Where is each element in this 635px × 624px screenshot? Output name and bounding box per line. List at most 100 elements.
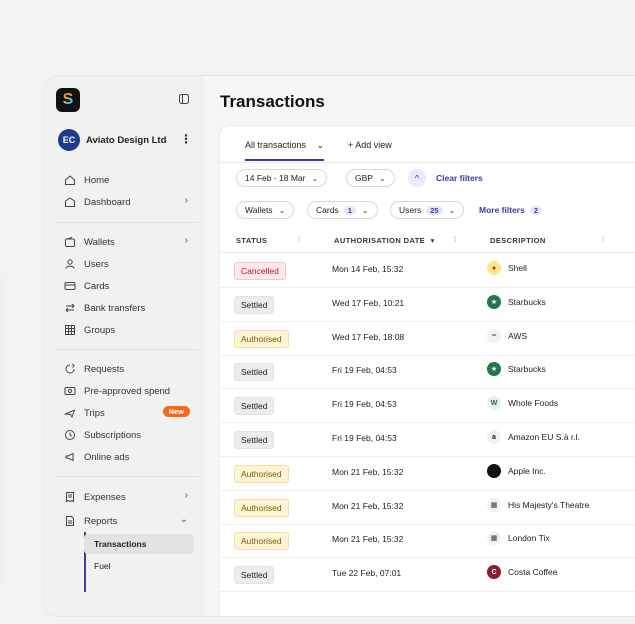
chevron-down-icon: ⌄ <box>448 205 456 215</box>
receipt-icon <box>66 492 74 503</box>
sidebar-item-label: Bank transfers <box>84 302 146 314</box>
app-logo[interactable]: S <box>56 88 80 112</box>
column-header-description[interactable]: DESCRIPTION <box>490 236 546 245</box>
column-header-authorisation-date[interactable]: AUTHORISATION DATE ▾ <box>334 236 435 245</box>
currency-filter[interactable]: GBP ⌄ <box>346 169 395 187</box>
table-row[interactable]: Authorised Mon 21 Feb, 15:32 ▦ London Tix <box>220 523 635 559</box>
cards-count-badge: 1 <box>343 205 356 215</box>
merchant-name: Shell <box>508 263 527 273</box>
users-icon <box>65 259 75 269</box>
sidebar-item-wallets[interactable]: Wallets › <box>64 233 194 251</box>
sidebar-item-reports[interactable]: Reports ⌄ <box>64 512 194 530</box>
merchant-logo-icon <box>487 463 501 478</box>
chevron-right-icon: › <box>184 235 188 246</box>
merchant-name: Starbucks <box>508 364 546 375</box>
authorisation-date: Wed 17 Feb, 10:21 <box>332 297 405 308</box>
logo-letter: S <box>62 91 74 108</box>
sidebar-item-home[interactable]: Home <box>64 171 194 189</box>
description-cell: W Whole Foods <box>487 396 559 411</box>
date-range-label: 14 Feb - 18 Mar <box>245 173 306 183</box>
authorisation-date: Mon 14 Feb, 15:32 <box>332 264 404 274</box>
sidebar-item-expenses[interactable]: Expenses › <box>64 488 194 506</box>
chevron-right-icon: › <box>184 490 188 501</box>
chevron-down-icon: ⌄ <box>378 173 386 183</box>
table-row[interactable]: Authorised Mon 21 Feb, 15:32 Apple Inc. <box>220 456 635 491</box>
table-row[interactable]: Settled Tue 22 Feb, 07:01 C Costa Coffee <box>220 557 635 593</box>
status-badge: Settled <box>234 566 275 585</box>
org-switcher[interactable]: EC Aviato Design Ltd ⋮ <box>58 128 198 152</box>
authorisation-date: Mon 21 Feb, 15:32 <box>332 466 404 477</box>
sidebar-subitem-fuel[interactable]: Fuel <box>84 556 194 576</box>
date-range-filter[interactable]: 14 Feb - 18 Mar ⌄ <box>236 169 328 187</box>
merchant-name: Whole Foods <box>508 398 559 409</box>
column-resize-handle[interactable]: ⁞ <box>454 235 456 244</box>
clear-filters-link[interactable]: Clear filters <box>436 173 483 183</box>
main-content: Transactions All transactions ⌄ + Add vi… <box>204 76 635 616</box>
sidebar-item-requests[interactable]: Requests <box>64 360 194 378</box>
wallets-filter[interactable]: Wallets ⌄ <box>236 201 295 219</box>
wallets-label: Wallets <box>245 205 273 215</box>
cards-label: Cards <box>316 205 339 215</box>
users-count-badge: 25 <box>426 205 443 215</box>
sidebar-item-label: Wallets <box>84 236 115 248</box>
sidebar-item-online-ads[interactable]: Online ads <box>64 448 194 466</box>
merchant-logo-icon: ★ <box>487 294 501 309</box>
sidebar-item-cards[interactable]: Cards <box>64 277 194 295</box>
chevron-down-icon: ⌄ <box>179 514 188 525</box>
table-row[interactable]: Settled Fri 19 Feb, 04:53 ★ Starbucks <box>220 354 635 390</box>
transactions-panel: All transactions ⌄ + Add view 14 Feb - 1… <box>220 126 635 616</box>
sidebar-divider <box>54 222 198 223</box>
sidebar-subitem-transactions[interactable]: Transactions <box>84 534 194 554</box>
sidebar-item-bank-transfers[interactable]: Bank transfers <box>64 299 194 317</box>
description-cell: ▦ London Tix <box>487 531 550 546</box>
table-row[interactable]: Authorised Wed 17 Feb, 18:08 ⌣ AWS <box>220 321 635 356</box>
groups-icon <box>65 325 75 335</box>
merchant-name: London Tix <box>508 533 550 544</box>
add-view-button[interactable]: + Add view <box>348 140 392 158</box>
tab-label: All transactions <box>245 140 307 150</box>
status-badge: Authorised <box>234 329 289 348</box>
collapse-filters-button[interactable]: ^ <box>408 169 426 187</box>
table-row[interactable]: Settled Wed 17 Feb, 10:21 ★ Starbucks <box>220 287 635 322</box>
app-window: S EC Aviato Design Ltd ⋮ Home Dashboard … <box>44 76 635 616</box>
more-vertical-icon[interactable]: ⋮ <box>180 132 192 146</box>
merchant-logo-icon: a <box>487 430 501 444</box>
status-badge: Authorised <box>234 532 289 551</box>
tabbar-divider <box>220 162 635 163</box>
column-header-status[interactable]: STATUS <box>236 236 267 245</box>
merchant-logo-icon: ● <box>487 261 501 275</box>
sidebar-item-groups[interactable]: Groups <box>64 321 194 339</box>
org-avatar: EC <box>58 129 80 151</box>
sidebar-item-users[interactable]: Users <box>64 255 194 273</box>
column-resize-handle[interactable]: ⁞ <box>602 235 604 244</box>
sidebar-collapse-icon[interactable] <box>179 94 189 104</box>
authorisation-date: Mon 21 Feb, 15:32 <box>332 534 404 545</box>
org-name: Aviato Design Ltd <box>86 134 167 146</box>
table-row[interactable]: Settled Fri 19 Feb, 04:53 a Amazon EU S.à r… <box>220 422 635 457</box>
sidebar: S EC Aviato Design Ltd ⋮ Home Dashboard … <box>44 76 204 616</box>
sidebar-subitem-label: Fuel <box>94 561 111 571</box>
page-title: Transactions <box>220 92 325 111</box>
column-resize-handle[interactable]: ⁞ <box>298 235 300 244</box>
requests-icon <box>65 363 75 374</box>
tab-all-transactions[interactable]: All transactions ⌄ <box>245 140 325 161</box>
sidebar-item-subscriptions[interactable]: Subscriptions <box>64 426 194 444</box>
cards-filter[interactable]: Cards 1 ⌄ <box>307 201 378 219</box>
status-badge: Settled <box>234 295 275 314</box>
chevron-down-icon: ⌄ <box>361 205 369 215</box>
description-cell: ★ Starbucks <box>487 294 546 309</box>
status-badge: Settled <box>234 431 275 449</box>
table-row[interactable]: Cancelled Mon 14 Feb, 15:32 ● Shell <box>220 253 635 288</box>
more-filters-count-badge: 2 <box>529 205 542 215</box>
merchant-logo-icon: W <box>487 396 501 411</box>
sidebar-item-dashboard[interactable]: Dashboard › <box>64 193 194 211</box>
table-row[interactable]: Authorised Mon 21 Feb, 15:32 ▦ His Majesty'… <box>220 490 635 525</box>
sidebar-item-trips[interactable]: Trips New <box>64 404 194 422</box>
merchant-name: Amazon EU S.à r.l. <box>508 432 580 442</box>
sidebar-item-label: Dashboard <box>84 196 131 208</box>
table-row[interactable]: Settled Fri 19 Feb, 04:53 W Whole Foods <box>220 388 635 424</box>
sidebar-item-pre-approved-spend[interactable]: Pre-approved spend <box>64 382 194 400</box>
users-filter[interactable]: Users 25 ⌄ <box>390 201 465 219</box>
more-filters-link[interactable]: More filters 2 <box>479 205 542 215</box>
description-cell: a Amazon EU S.à r.l. <box>487 430 580 444</box>
